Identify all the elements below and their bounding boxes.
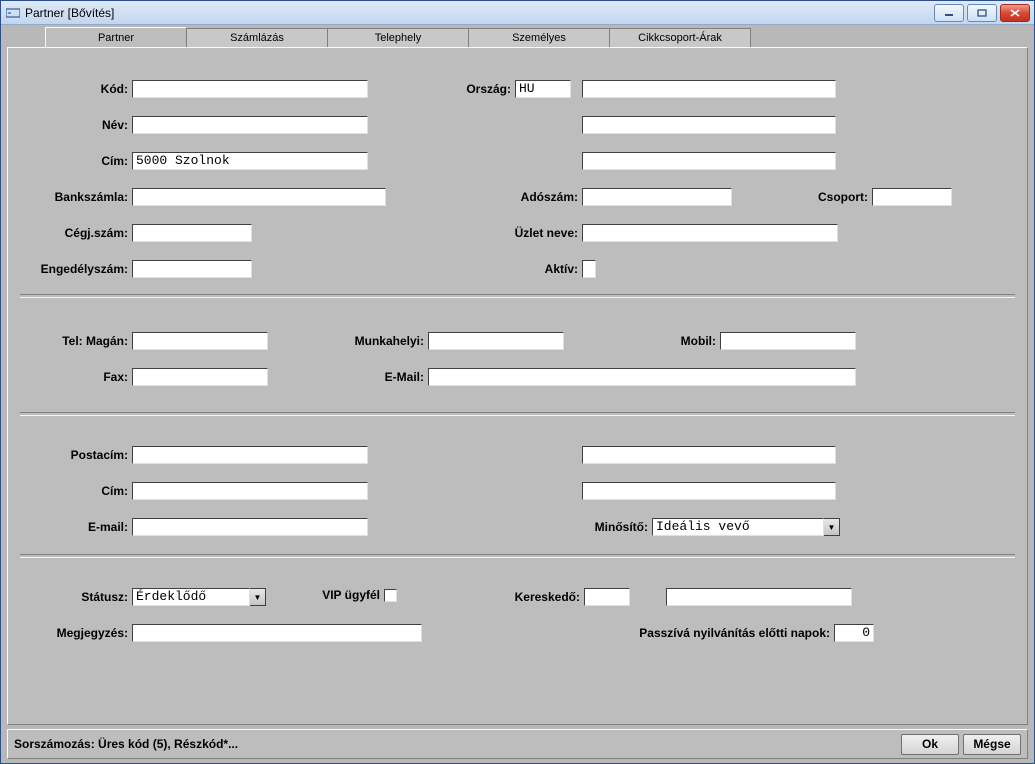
input-aktiv[interactable] <box>582 260 596 278</box>
label-postacim: Postacím: <box>8 448 132 462</box>
chevron-down-icon[interactable]: ▼ <box>250 588 266 606</box>
tab-cikkcsoport-arak[interactable]: Cikkcsoport-Árak <box>609 28 751 47</box>
checkbox-vip[interactable] <box>384 589 397 602</box>
window-buttons <box>934 4 1030 22</box>
ok-button[interactable]: Ok <box>901 734 959 755</box>
input-kereskedo-a[interactable] <box>584 588 630 606</box>
input-bankszamla[interactable] <box>132 188 386 206</box>
combo-minosito-value[interactable]: Ideális vevő <box>652 518 824 536</box>
label-cegjszam: Cégj.szám: <box>8 226 132 240</box>
label-cim2: Cím: <box>8 484 132 498</box>
label-aktiv: Aktív: <box>478 262 582 276</box>
combo-statusz[interactable]: Érdeklődő ▼ <box>132 588 266 606</box>
titlebar[interactable]: Partner [Bővítés] <box>1 1 1034 25</box>
input-postacim-b[interactable] <box>582 446 836 464</box>
form-panel: Kód: Ország: HU Név: <box>7 47 1028 725</box>
input-cim2[interactable] <box>132 482 368 500</box>
input-cim-b[interactable] <box>582 152 836 170</box>
input-cim2-b[interactable] <box>582 482 836 500</box>
label-fax: Fax: <box>8 370 132 384</box>
tabrow: Partner Számlázás Telephely Személyes Ci… <box>45 29 1028 47</box>
label-kereskedo: Kereskedő: <box>484 590 584 604</box>
label-uzletneve: Üzlet neve: <box>478 226 582 240</box>
input-megjegyzes[interactable] <box>132 624 422 642</box>
input-nev[interactable] <box>132 116 368 134</box>
label-nev: Név: <box>8 118 132 132</box>
input-orszag-code[interactable]: HU <box>515 80 571 98</box>
app-icon <box>5 5 21 21</box>
label-megjegyzes: Megjegyzés: <box>8 626 132 640</box>
combo-statusz-value[interactable]: Érdeklődő <box>132 588 250 606</box>
close-button[interactable] <box>1000 4 1030 22</box>
label-cim: Cím: <box>8 154 132 168</box>
label-munkahelyi: Munkahelyi: <box>324 334 428 348</box>
input-engedelyszam[interactable] <box>132 260 252 278</box>
label-orszag: Ország: <box>451 82 515 96</box>
input-orszag-name[interactable] <box>582 80 836 98</box>
label-engedelyszam: Engedélyszám: <box>8 262 132 276</box>
input-passziva[interactable]: 0 <box>834 624 874 642</box>
label-statusz: Státusz: <box>8 590 132 604</box>
minimize-button[interactable] <box>934 4 964 22</box>
input-email2[interactable] <box>132 518 368 536</box>
combo-minosito[interactable]: Ideális vevő ▼ <box>652 518 840 536</box>
tab-szemelyes[interactable]: Személyes <box>468 28 610 47</box>
input-email[interactable] <box>428 368 856 386</box>
separator-2 <box>20 412 1015 416</box>
input-adoszam[interactable] <box>582 188 732 206</box>
label-vip: VIP ügyfél <box>306 588 384 602</box>
label-telmagan: Tel: Magán: <box>8 334 132 348</box>
input-mobil[interactable] <box>720 332 856 350</box>
input-csoport[interactable] <box>872 188 952 206</box>
partner-window: Partner [Bővítés] Partner Számlázás Tele… <box>0 0 1035 764</box>
input-nev-2[interactable] <box>582 116 836 134</box>
label-adoszam: Adószám: <box>478 190 582 204</box>
status-text: Sorszámozás: Üres kód (5), Részkód*... <box>14 737 238 751</box>
label-csoport: Csoport: <box>808 190 872 204</box>
input-telmagan[interactable] <box>132 332 268 350</box>
separator-1 <box>20 294 1015 298</box>
input-kereskedo-b[interactable] <box>666 588 852 606</box>
input-munkahelyi[interactable] <box>428 332 564 350</box>
label-minosito: Minősítő: <box>548 520 652 534</box>
footer: Sorszámozás: Üres kód (5), Részkód*... O… <box>7 729 1028 759</box>
label-kod: Kód: <box>8 82 132 96</box>
input-uzletneve[interactable] <box>582 224 838 242</box>
tab-telephely[interactable]: Telephely <box>327 28 469 47</box>
label-email: E-Mail: <box>324 370 428 384</box>
chevron-down-icon[interactable]: ▼ <box>824 518 840 536</box>
label-mobil: Mobil: <box>644 334 720 348</box>
input-kod[interactable] <box>132 80 368 98</box>
separator-3 <box>20 554 1015 558</box>
input-cegjszam[interactable] <box>132 224 252 242</box>
tab-partner[interactable]: Partner <box>45 27 187 48</box>
label-bankszamla: Bankszámla: <box>8 190 132 204</box>
label-email2: E-mail: <box>8 520 132 534</box>
input-postacim[interactable] <box>132 446 368 464</box>
window-title: Partner [Bővítés] <box>25 6 114 20</box>
tab-szamlazas[interactable]: Számlázás <box>186 28 328 47</box>
input-cim[interactable]: 5000 Szolnok <box>132 152 368 170</box>
label-passziva: Passzívá nyilvánítás előtti napok: <box>568 626 834 640</box>
cancel-button[interactable]: Mégse <box>963 734 1021 755</box>
input-fax[interactable] <box>132 368 268 386</box>
maximize-button[interactable] <box>967 4 997 22</box>
